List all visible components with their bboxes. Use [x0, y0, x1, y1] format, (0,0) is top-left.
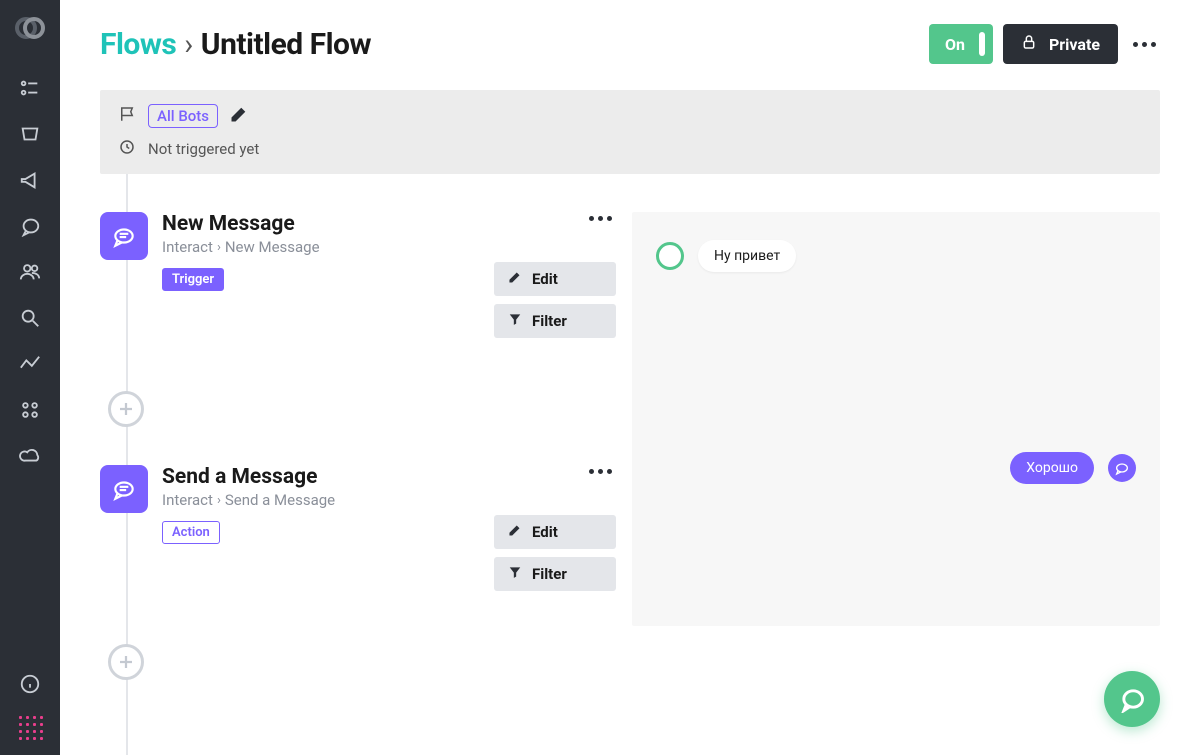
- trigger-status-row: Not triggered yet: [118, 138, 1142, 160]
- user-avatar[interactable]: [14, 711, 46, 743]
- lock-icon: [1021, 34, 1037, 54]
- step-title: Send a Message: [162, 465, 585, 489]
- filter-label: Filter: [532, 565, 567, 583]
- step-tag: Action: [162, 521, 220, 544]
- step-more-button[interactable]: [585, 212, 616, 225]
- chevron-right-icon: ›: [217, 493, 221, 508]
- header-more-button[interactable]: [1128, 42, 1160, 47]
- nav-item-campaigns[interactable]: [16, 120, 44, 148]
- outgoing-bubble: Хорошо: [1010, 452, 1094, 484]
- step-tag: Trigger: [162, 268, 224, 291]
- flag-icon: [118, 105, 136, 127]
- privacy-button[interactable]: Private: [1003, 24, 1118, 64]
- step-path-leaf: Send a Message: [225, 491, 335, 509]
- steps-column: New Message Interact › New Message Trigg…: [100, 174, 616, 755]
- sidebar: [0, 0, 60, 755]
- nav-icons: [16, 74, 44, 673]
- chat-outgoing-row: Хорошо: [656, 452, 1136, 484]
- breadcrumb-separator: ›: [184, 27, 193, 62]
- step-path-root: Interact: [162, 491, 213, 509]
- step-path-root: Interact: [162, 238, 213, 256]
- step-icon-badge: [100, 212, 148, 260]
- step-path-leaf: New Message: [225, 238, 320, 256]
- app-logo[interactable]: [12, 10, 48, 46]
- bots-row: All Bots: [118, 104, 1142, 128]
- nav-item-chat[interactable]: [16, 212, 44, 240]
- user-avatar-circle: [656, 242, 684, 270]
- flow-step: New Message Interact › New Message Trigg…: [100, 174, 616, 427]
- nav-item-search[interactable]: [16, 304, 44, 332]
- more-icon: [1133, 42, 1156, 47]
- filter-label: Filter: [532, 312, 567, 330]
- nav-item-announce[interactable]: [16, 166, 44, 194]
- bots-tag[interactable]: All Bots: [148, 104, 218, 128]
- toggle-label: On: [945, 35, 965, 54]
- header-actions: On Private: [929, 24, 1160, 64]
- trigger-status-text: Not triggered yet: [148, 140, 259, 158]
- flow-step: Send a Message Interact › Send a Message…: [100, 427, 616, 680]
- breadcrumb: Flows › Untitled Flow: [100, 27, 371, 62]
- step-title: New Message: [162, 212, 585, 236]
- flow-content: New Message Interact › New Message Trigg…: [100, 174, 1160, 755]
- chat-fab[interactable]: [1104, 671, 1160, 727]
- flow-toggle[interactable]: On: [929, 24, 993, 64]
- add-step-button[interactable]: [108, 644, 144, 680]
- add-step-button[interactable]: [108, 391, 144, 427]
- breadcrumb-root[interactable]: Flows: [100, 27, 176, 62]
- main-content: Flows › Untitled Flow On Private All Bot…: [60, 0, 1200, 755]
- breadcrumb-current: Untitled Flow: [201, 27, 371, 62]
- chevron-right-icon: ›: [217, 240, 221, 255]
- nav-item-cloud[interactable]: [16, 442, 44, 470]
- step-path: Interact › New Message: [162, 238, 585, 256]
- nav-item-apps[interactable]: [16, 396, 44, 424]
- sidebar-bottom: [14, 673, 46, 755]
- nav-item-users[interactable]: [16, 258, 44, 286]
- page-header: Flows › Untitled Flow On Private: [100, 24, 1160, 64]
- edit-bots-icon[interactable]: [230, 105, 248, 127]
- flow-info-bar: All Bots Not triggered yet: [100, 90, 1160, 174]
- incoming-bubble: Ну привет: [698, 240, 796, 272]
- funnel-icon: [508, 312, 522, 330]
- filter-button[interactable]: Filter: [494, 304, 616, 338]
- bot-avatar: [1108, 454, 1136, 482]
- chat-bubble-icon: [111, 223, 137, 249]
- filter-button[interactable]: Filter: [494, 557, 616, 591]
- clock-icon: [118, 138, 136, 160]
- help-icon[interactable]: [19, 673, 41, 699]
- funnel-icon: [508, 565, 522, 583]
- chat-incoming-row: Ну привет: [656, 240, 1136, 272]
- nav-item-analytics[interactable]: [16, 350, 44, 378]
- step-icon-badge: [100, 465, 148, 513]
- toggle-handle: [979, 32, 985, 56]
- chat-bubble-icon: [111, 476, 137, 502]
- step-path: Interact › Send a Message: [162, 491, 585, 509]
- step-more-button[interactable]: [585, 465, 616, 478]
- chat-icon: [1118, 685, 1146, 713]
- chat-bubble-icon: [1114, 460, 1130, 476]
- preview-column: Ну привет Хорошо: [632, 212, 1160, 626]
- nav-item-flows[interactable]: [16, 74, 44, 102]
- privacy-label: Private: [1049, 35, 1100, 54]
